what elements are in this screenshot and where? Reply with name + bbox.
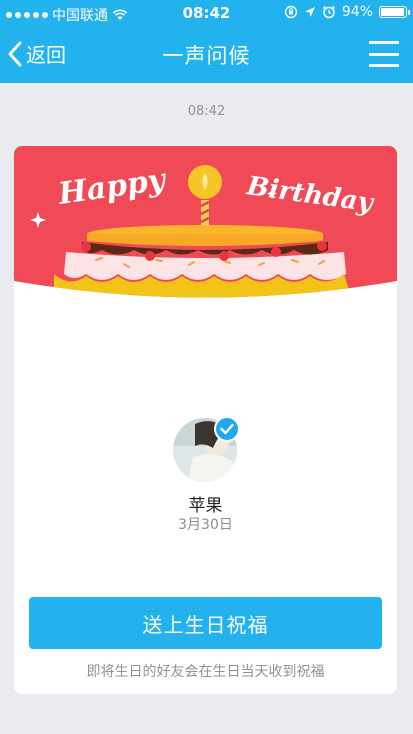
battery-icon xyxy=(379,6,410,18)
hint-text: 即将生日的好友会在生日当天收到祝福 xyxy=(86,664,325,680)
friend-name: 苹果 xyxy=(188,496,223,516)
message-timestamp: 08:42 xyxy=(187,104,226,119)
hamburger-menu-icon[interactable] xyxy=(369,41,399,67)
friend-avatar-wrap[interactable] xyxy=(173,416,240,482)
status-bar: 中国联通 08:42 94% xyxy=(0,0,413,27)
send-birthday-wishes-button[interactable]: 送上生日祝福 xyxy=(29,597,382,649)
page-title: 一声问候 xyxy=(162,44,251,68)
birthday-cake-banner: Happy Birthday xyxy=(14,146,397,298)
alarm-clock-icon xyxy=(322,5,335,19)
rotation-lock-icon xyxy=(284,5,298,19)
battery-percent: 94% xyxy=(341,4,373,20)
nav-bar: 返回 一声问候 xyxy=(0,27,413,83)
location-arrow-icon xyxy=(304,7,315,17)
check-icon xyxy=(214,416,240,442)
status-right: 94% xyxy=(284,4,410,20)
friend-birthday: 3月30日 xyxy=(178,517,233,533)
birthday-card: Happy Birthday 苹果 3月30日 送上生日祝福 即将生日的好友会在… xyxy=(14,146,397,694)
